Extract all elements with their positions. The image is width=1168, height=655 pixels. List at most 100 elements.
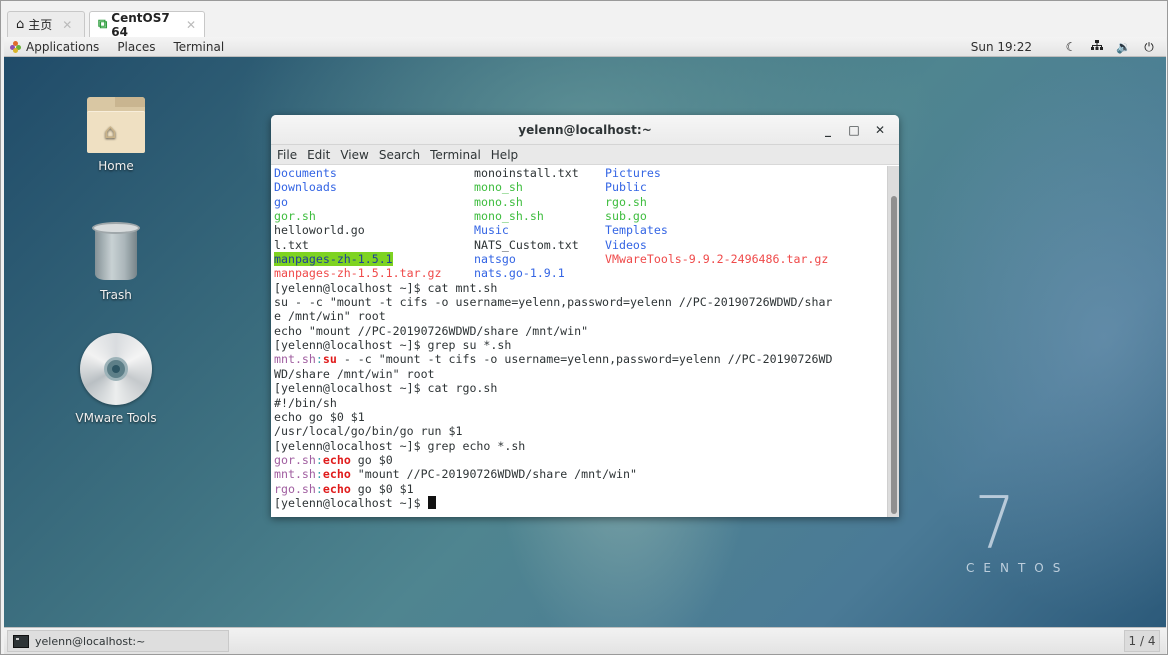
tab-centos[interactable]: ⧉ CentOS7 64 ✕ <box>89 11 205 39</box>
ls-entry: Pictures <box>605 166 661 180</box>
ls-entry: l.txt <box>274 237 309 252</box>
desktop-icon-home-label: Home <box>98 159 134 173</box>
volume-icon[interactable]: 🔉 <box>1116 40 1131 54</box>
ls-entry: Videos <box>605 237 647 252</box>
network-icon[interactable] <box>1090 40 1104 54</box>
desktop-icon-trash[interactable]: Trash <box>61 222 171 302</box>
terminal-titlebar[interactable]: yelenn@localhost:~ _ □ ✕ <box>271 115 899 145</box>
scrollbar-thumb[interactable] <box>891 196 897 514</box>
ls-column: nats.go-1.9.1 <box>474 266 605 280</box>
menu-help[interactable]: Help <box>491 148 518 162</box>
ls-column: gor.sh <box>274 209 474 223</box>
ls-entry: manpages-zh-1.5.1.tar.gz <box>274 266 442 281</box>
ls-column: manpages-zh-1.5.1 <box>274 252 474 267</box>
ls-row: helloworld.go Music Templates <box>274 223 887 237</box>
ls-column: Templates <box>605 223 668 237</box>
ls-column: Public <box>605 180 647 194</box>
grep-filename: mnt.sh <box>274 352 316 367</box>
menu-view[interactable]: View <box>340 148 368 162</box>
tab-home-label: 主页 <box>28 18 53 32</box>
menu-terminal[interactable]: Terminal <box>430 148 481 162</box>
disc-icon <box>80 333 152 405</box>
grep-filename: rgo.sh <box>274 481 316 496</box>
places-menu[interactable]: Places <box>117 40 155 54</box>
output-line: [yelenn@localhost ~]$ cat rgo.sh <box>274 381 498 396</box>
places-label: Places <box>117 39 156 54</box>
terminal-output[interactable]: Documents monoinstall.txt Pictures Download… <box>271 166 887 517</box>
output-line: [yelenn@localhost ~]$ cat mnt.sh <box>274 280 498 295</box>
output-line: [yelenn@localhost ~]$ grep echo *.sh <box>274 438 526 453</box>
taskbar-terminal-item[interactable]: yelenn@localhost:~ <box>7 630 229 652</box>
grep-filename: gor.sh <box>274 452 316 467</box>
ls-entry: mono_sh.sh <box>474 209 544 224</box>
host-tab-strip: ⌂ 主页 ✕ ⧉ CentOS7 64 ✕ <box>1 1 1167 39</box>
ls-column: l.txt <box>274 238 474 252</box>
ls-entry: mono_sh <box>474 180 523 195</box>
grep-match: echo <box>322 467 351 482</box>
ls-entry: NATS_Custom.txt <box>474 237 579 252</box>
grep-separator: : <box>315 481 323 496</box>
ls-entry: manpages-zh-1.5.1 <box>274 252 393 267</box>
terminal-scrollbar[interactable] <box>887 166 899 517</box>
ls-column: Downloads <box>274 180 474 194</box>
ls-row: Documents monoinstall.txt Pictures <box>274 166 887 180</box>
minimize-button[interactable]: _ <box>815 115 841 145</box>
ls-column: mono.sh <box>474 195 605 209</box>
ls-column: go <box>274 195 474 209</box>
ls-entry: helloworld.go <box>274 223 365 238</box>
grep-result-line: mnt.sh:echo "mount //PC-20190726WDWD/sha… <box>274 467 887 481</box>
ls-column: mono_sh.sh <box>474 209 605 223</box>
desktop-icon-trash-label: Trash <box>100 288 132 302</box>
ls-column: manpages-zh-1.5.1.tar.gz <box>274 266 474 280</box>
ls-entry: monoinstall.txt <box>474 166 579 180</box>
terminal-window[interactable]: yelenn@localhost:~ _ □ ✕ File Edit View … <box>271 115 899 517</box>
applications-label: Applications <box>26 39 100 54</box>
grep-rest: - -c "mount -t cifs -o username=yelenn,p… <box>336 352 833 367</box>
power-icon[interactable]: ⏻ <box>1142 40 1156 55</box>
desktop-icon-vmware-tools[interactable]: VMware Tools <box>61 333 171 425</box>
prompt: [yelenn@localhost ~]$ <box>274 495 428 510</box>
night-light-icon[interactable]: ☾ <box>1064 40 1078 54</box>
ls-column: NATS_Custom.txt <box>474 238 605 252</box>
grep-separator: : <box>315 467 323 482</box>
centos-version-logo: 7 <box>974 481 1016 565</box>
close-button[interactable]: ✕ <box>867 115 893 145</box>
prompt-line: [yelenn@localhost ~]$ <box>274 495 887 510</box>
trash-icon <box>92 222 140 282</box>
ls-row: manpages-zh-1.5.1.tar.gz nats.go-1.9.1 <box>274 266 887 280</box>
ls-column: VMwareTools-9.9.2-2496486.tar.gz <box>605 252 828 266</box>
close-tab-icon[interactable]: ✕ <box>186 18 196 32</box>
applications-icon <box>10 41 21 53</box>
terminal-icon <box>13 634 29 648</box>
applications-menu[interactable]: Applications <box>10 40 99 54</box>
output-line: echo go $0 $1 <box>274 409 365 424</box>
ls-column: sub.go <box>605 209 647 223</box>
output-line: #!/bin/sh <box>274 395 337 410</box>
terminal-menubar: File Edit View Search Terminal Help <box>271 145 899 165</box>
ls-entry: Downloads <box>274 180 337 195</box>
tab-home[interactable]: ⌂ 主页 ✕ <box>7 11 85 37</box>
ls-entry: Public <box>605 180 647 195</box>
clock[interactable]: Sun 19:22 <box>971 40 1032 54</box>
ls-column: mono_sh <box>474 180 605 194</box>
grep-result-line: mnt.sh:su - -c "mount -t cifs -o usernam… <box>274 352 887 366</box>
menu-edit[interactable]: Edit <box>307 148 330 162</box>
terminal-app-label: Terminal <box>173 39 225 54</box>
terminal-title: yelenn@localhost:~ <box>518 123 652 137</box>
terminal-app-menu[interactable]: Terminal <box>173 40 224 54</box>
close-tab-icon[interactable]: ✕ <box>62 18 72 32</box>
output-line: e /mnt/win" root <box>274 309 386 324</box>
desktop-icon-home[interactable]: ⌂ Home <box>61 97 171 173</box>
output-line: echo "mount //PC-20190726WDWD/share /mnt… <box>274 323 589 338</box>
menu-search[interactable]: Search <box>379 148 420 162</box>
home-folder-icon: ⌂ <box>87 97 145 153</box>
ls-column: rgo.sh <box>605 195 647 209</box>
ls-entry: nats.go-1.9.1 <box>474 266 565 281</box>
menu-file[interactable]: File <box>277 148 297 162</box>
ls-column: Videos <box>605 238 647 252</box>
workspace-indicator[interactable]: 1 / 4 <box>1124 630 1160 652</box>
maximize-button[interactable]: □ <box>841 115 867 145</box>
ls-column: Documents <box>274 166 474 180</box>
ls-column: natsgo <box>474 252 605 266</box>
gnome-top-bar: Applications Places Terminal Sun 19:22 ☾… <box>4 37 1166 57</box>
